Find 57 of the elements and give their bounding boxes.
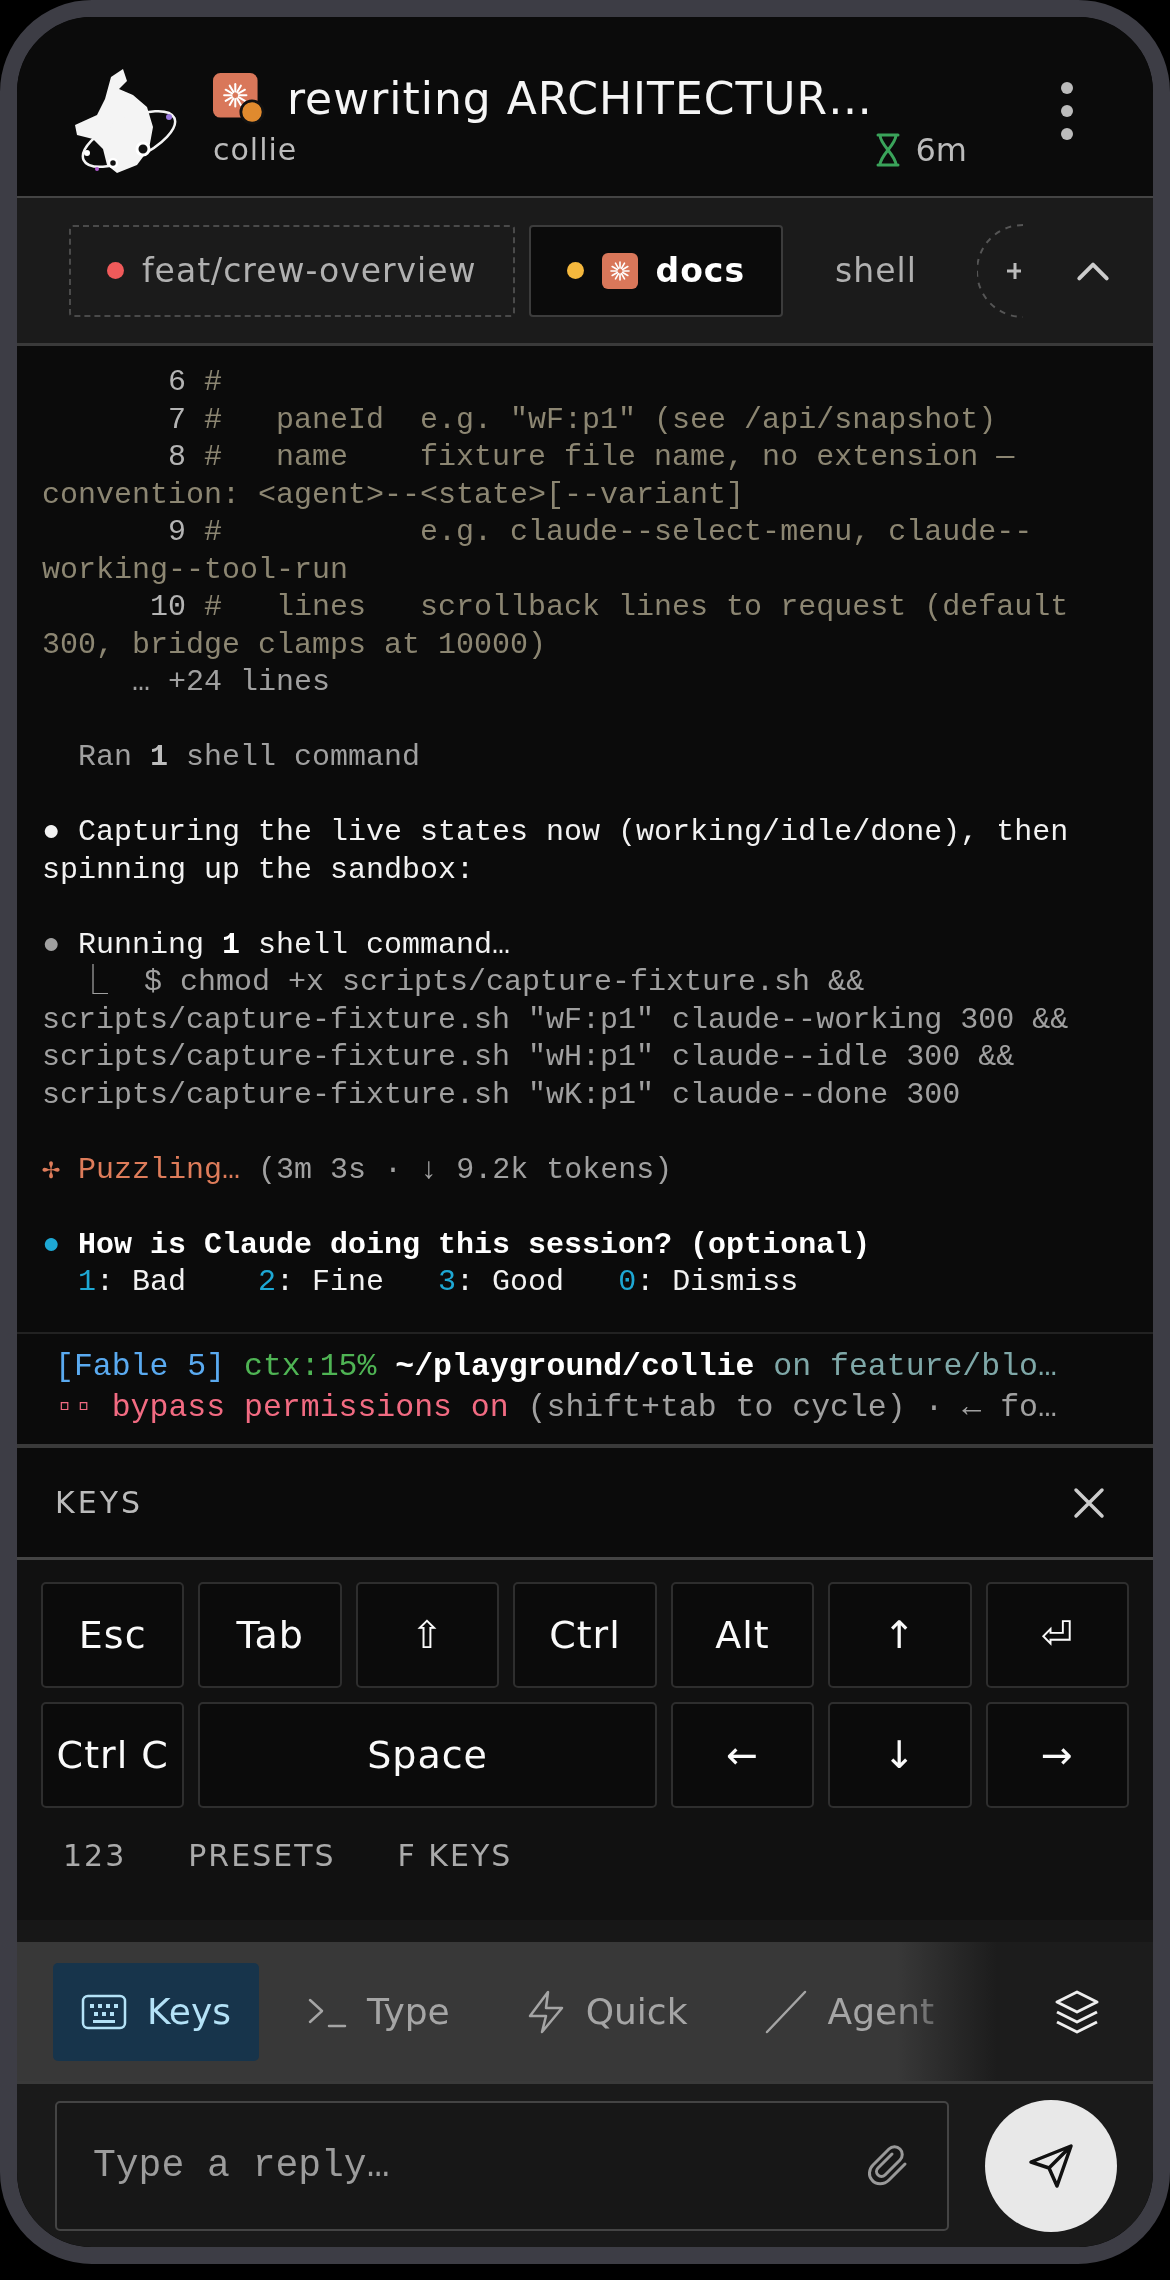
terminal-line: convention: <agent>--<state>[--variant] [42, 476, 746, 514]
key-button[interactable]: Alt [670, 1582, 815, 1688]
terminal-line: 10 # lines scrollback lines to request (default [149, 589, 1070, 626]
panel-title: KEYS [55, 1485, 143, 1520]
key-button[interactable]: ↓ [828, 1702, 972, 1808]
key-button[interactable]: ↑ [828, 1582, 972, 1688]
mode-tab[interactable]: Quick [497, 1962, 716, 2061]
add-tab-button[interactable] [976, 222, 1023, 319]
terminal-line: scripts/capture-fixture.sh "wK:p1" claude--done 300 [42, 1076, 962, 1114]
terminal-line: ● Running 1 shell command… [42, 926, 512, 964]
status-line-text: ▫▫ bypass permissions on (shift+tab to cycle) · ← fo… [55, 1389, 1058, 1427]
session-tab[interactable]: feat/crew-overview [69, 224, 515, 317]
key-button[interactable]: ⇧ [355, 1582, 500, 1688]
key-button[interactable]: Esc [41, 1582, 185, 1688]
terminal-line: ● Capturing the live states now (working/idle/done), then [42, 814, 1070, 851]
terminal-line: working--tool-run [42, 551, 350, 589]
keyboard-icon [81, 1993, 127, 2030]
terminal-line: ● How is Claude doing this session? (optional) [42, 1226, 872, 1264]
key-button[interactable]: ← [670, 1702, 815, 1808]
terminal-line: 300, bridge clamps at 10000) [42, 626, 548, 664]
terminal-line: scripts/capture-fixture.sh "wH:p1" claude--idle 300 && [42, 1039, 1016, 1076]
key-button[interactable]: Space [198, 1702, 657, 1808]
terminal-line: scripts/capture-fixture.sh "wF:p1" claude--working 300 && [42, 1001, 1070, 1039]
project-name: collie [213, 132, 298, 167]
terminal-line: 7 # paneId e.g. "wF:p1" (see /api/snapshot) [167, 401, 998, 439]
slash-icon [763, 1989, 808, 2034]
starburst-icon [213, 72, 265, 125]
session-title: rewriting ARCHITECTUR… [287, 73, 874, 124]
terminal-line: … +24 lines [131, 664, 332, 701]
mode-tab[interactable]: Agent [735, 1962, 963, 2061]
key-button[interactable]: Tab [198, 1582, 342, 1688]
mode-tab[interactable]: Type [279, 1962, 478, 2061]
terminal-line: ✢ Puzzling… (3m 3s · ↓ 9.2k tokens) [42, 1151, 674, 1189]
key-button[interactable]: ⏎ [985, 1582, 1129, 1688]
reply-input-field[interactable]: Type a reply… [55, 2100, 949, 2231]
key-set-tab[interactable]: 123 [63, 1838, 127, 1920]
send-icon [1027, 2141, 1075, 2190]
key-button[interactable]: → [985, 1702, 1129, 1808]
terminal-line: spinning up the sandbox: [42, 851, 476, 889]
terminal-line: ⎿ $ chmod +x scripts/capture-fixture.sh && [77, 964, 866, 1001]
key-set-tab[interactable]: PRESETS [188, 1838, 336, 1920]
elapsed-time: 6m [915, 130, 967, 169]
terminal-line: 6 # [167, 364, 224, 401]
key-set-tab[interactable]: F KEYS [397, 1838, 513, 1920]
hourglass-icon [875, 132, 902, 167]
key-button[interactable]: Ctrl [513, 1582, 657, 1688]
terminal-line: Ran 1 shell command [77, 739, 422, 776]
starburst-icon [601, 252, 638, 289]
terminal-line: 8 # name fixture file name, no extension — [167, 439, 1016, 476]
terminal-line: 9 # e.g. claude--select-menu, claude-- [167, 514, 1034, 551]
close-icon[interactable] [1073, 1486, 1105, 1519]
status-line-text: [Fable 5] ctx:15% ~/playground/collie on feature/blo… [55, 1348, 1058, 1386]
key-button[interactable]: Ctrl C [41, 1702, 185, 1808]
session-tab[interactable]: shell [797, 224, 955, 317]
mode-tab[interactable]: Keys [53, 1962, 260, 2061]
terminal-line: 1: Bad 2: Fine 3: Good 0: Dismiss [77, 1264, 800, 1301]
session-tab[interactable]: docs [528, 224, 784, 317]
